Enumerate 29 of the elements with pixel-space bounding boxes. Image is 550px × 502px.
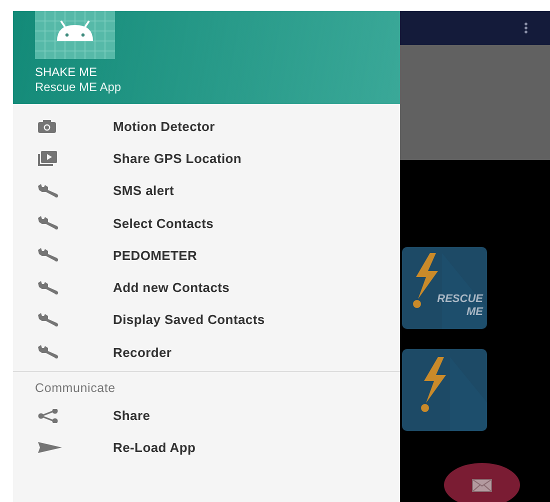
overflow-menu-icon[interactable]: [524, 22, 528, 34]
menu-item[interactable]: Re-Load App: [13, 432, 400, 464]
menu-item[interactable]: PEDOMETER: [13, 239, 400, 272]
envelope-icon: [472, 478, 492, 492]
camera-icon: [38, 120, 56, 133]
share-icon: [38, 408, 58, 423]
app-title: SHAKE ME: [35, 65, 98, 79]
slideshow-icon: [38, 150, 57, 166]
wrench-icon: [38, 345, 59, 360]
section-title: Communicate: [34, 380, 116, 398]
wrench-icon: [38, 312, 59, 327]
wrench-icon: [38, 184, 59, 198]
menu-item[interactable]: Share GPS Location: [13, 142, 400, 175]
logo-text: RESCUE ME: [437, 293, 483, 319]
android-logo-icon: [35, 11, 115, 59]
wrench-icon: [38, 280, 59, 295]
alert-button[interactable]: [402, 349, 487, 431]
app-subtitle: Rescue ME App: [35, 80, 122, 94]
wrench-icon: [38, 216, 59, 230]
menu-item[interactable]: Recorder: [13, 336, 400, 368]
menu-item[interactable]: Share: [13, 399, 400, 432]
menu-item[interactable]: Motion Detector: [13, 110, 400, 142]
wrench-icon: [38, 248, 59, 262]
menu-item[interactable]: Add new Contacts: [13, 271, 400, 304]
menu-item[interactable]: Display Saved Contacts: [13, 304, 400, 336]
rescue-button[interactable]: RESCUE ME: [402, 247, 487, 329]
menu-item[interactable]: SMS alert: [13, 174, 400, 207]
send-icon: [38, 442, 62, 454]
menu-item[interactable]: Select Contacts: [13, 206, 400, 240]
